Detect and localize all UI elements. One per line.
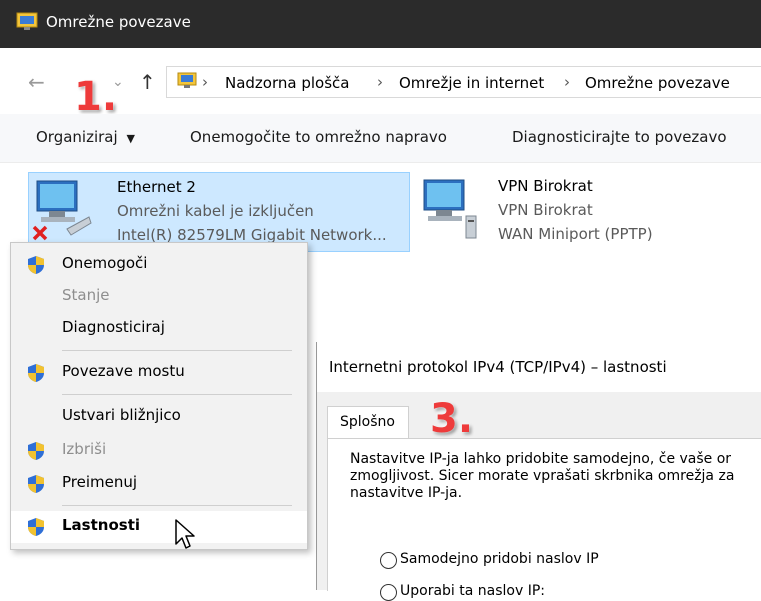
connection-name: Ethernet 2 xyxy=(117,178,196,196)
menu-item-create-shortcut[interactable]: Ustvari bližnjico xyxy=(11,401,307,431)
menu-separator xyxy=(62,505,292,506)
connection-status: VPN Birokrat xyxy=(498,201,593,219)
connection-item-ethernet-2[interactable]: Ethernet 2 Omrežni kabel je izključen In… xyxy=(28,172,410,252)
address-box[interactable]: › Nadzorna plošča › Omrežje in internet … xyxy=(166,66,761,98)
uac-shield-icon xyxy=(28,364,44,382)
description-line: Nastavitve IP-ja lahko pridobite samodej… xyxy=(350,451,732,467)
step-3-badge: 3. xyxy=(430,396,474,442)
general-tab-panel: Nastavitve IP-ja lahko pridobite samodej… xyxy=(327,438,761,601)
network-connections-app-icon xyxy=(16,12,38,30)
menu-item-delete[interactable]: Izbriši xyxy=(11,435,307,465)
menu-item-label: Stanje xyxy=(62,286,110,304)
tab-general-label: Splošno xyxy=(340,414,395,430)
radio-auto-ip-label[interactable]: Samodejno pridobi naslov IP xyxy=(400,551,599,567)
menu-item-properties[interactable]: Lastnosti xyxy=(11,511,307,543)
back-arrow-icon[interactable]: ← xyxy=(28,70,45,94)
breadcrumb-network-internet[interactable]: Omrežje in internet xyxy=(399,74,544,92)
window-titlebar: Omrežne povezave xyxy=(0,0,761,48)
uac-shield-icon xyxy=(28,518,44,536)
up-arrow-icon[interactable]: ↑ xyxy=(139,70,156,94)
ethernet-network-icon xyxy=(32,180,92,241)
connection-name: VPN Birokrat xyxy=(498,177,593,195)
menu-item-label: Povezave mostu xyxy=(62,362,185,380)
diagnose-button[interactable]: Diagnosticirajte to povezavo xyxy=(512,128,727,146)
menu-item-label: Ustvari bližnjico xyxy=(62,406,181,424)
disable-device-button[interactable]: Onemogočite to omrežno napravo xyxy=(190,128,447,146)
menu-item-label: Preimenuj xyxy=(62,473,138,491)
uac-shield-icon xyxy=(28,442,44,460)
mouse-pointer-icon xyxy=(175,519,195,549)
context-menu: Onemogoči Stanje Diagnosticiraj Povezave… xyxy=(10,242,308,550)
menu-item-bridge[interactable]: Povezave mostu xyxy=(11,357,307,387)
dialog-title: Internetni protokol IPv4 (TCP/IPv4) – la… xyxy=(329,358,667,376)
organize-label: Organiziraj xyxy=(36,128,118,146)
uac-shield-icon xyxy=(28,475,44,493)
menu-item-label: Diagnosticiraj xyxy=(62,318,165,336)
menu-item-rename[interactable]: Preimenuj xyxy=(11,468,307,498)
menu-item-label: Lastnosti xyxy=(62,516,141,534)
menu-item-disable[interactable]: Onemogoči xyxy=(11,249,307,279)
connection-item-vpn-birokrat[interactable]: VPN Birokrat VPN Birokrat WAN Miniport (… xyxy=(418,172,718,250)
organize-button[interactable]: Organiziraj ▼ xyxy=(36,128,135,146)
menu-separator xyxy=(62,350,292,351)
command-bar: Organiziraj ▼ Onemogočite to omrežno nap… xyxy=(0,114,761,163)
breadcrumb-chevron-icon: › xyxy=(202,73,208,91)
control-panel-icon xyxy=(177,72,197,88)
description-line: nastavitve IP-ja. xyxy=(350,485,463,501)
connection-status: Omrežni kabel je izključen xyxy=(117,202,314,220)
dialog-titlebar: Internetni protokol IPv4 (TCP/IPv4) – la… xyxy=(317,342,761,392)
radio-manual-ip[interactable] xyxy=(380,584,397,601)
vpn-network-icon xyxy=(423,179,477,239)
radio-manual-ip-label[interactable]: Uporabi ta naslov IP: xyxy=(400,583,545,599)
dialog-body: Splošno Nastavitve IP-ja lahko pridobite… xyxy=(317,392,761,601)
ipv4-properties-dialog: Internetni protokol IPv4 (TCP/IPv4) – la… xyxy=(316,342,761,601)
window-title: Omrežne povezave xyxy=(46,13,191,31)
connection-device: WAN Miniport (PPTP) xyxy=(498,225,653,243)
menu-item-label: Izbriši xyxy=(62,440,107,458)
uac-shield-icon xyxy=(28,256,44,274)
menu-item-status[interactable]: Stanje xyxy=(11,281,307,311)
radio-auto-ip[interactable] xyxy=(380,552,397,569)
breadcrumb-control-panel[interactable]: Nadzorna plošča xyxy=(225,74,349,92)
breadcrumb-chevron-icon: › xyxy=(564,73,570,91)
menu-item-diagnose[interactable]: Diagnosticiraj xyxy=(11,313,307,343)
description-line: zmogljivost. Sicer morate vprašati skrbn… xyxy=(350,468,735,484)
ip-description: Nastavitve IP-ja lahko pridobite samodej… xyxy=(350,451,761,502)
menu-item-label: Onemogoči xyxy=(62,254,148,272)
tab-general[interactable]: Splošno xyxy=(327,406,409,439)
breadcrumb-chevron-icon: › xyxy=(377,73,383,91)
menu-separator xyxy=(62,394,292,395)
breadcrumb-network-connections[interactable]: Omrežne povezave xyxy=(585,74,730,92)
dropdown-caret-icon: ▼ xyxy=(126,132,135,145)
